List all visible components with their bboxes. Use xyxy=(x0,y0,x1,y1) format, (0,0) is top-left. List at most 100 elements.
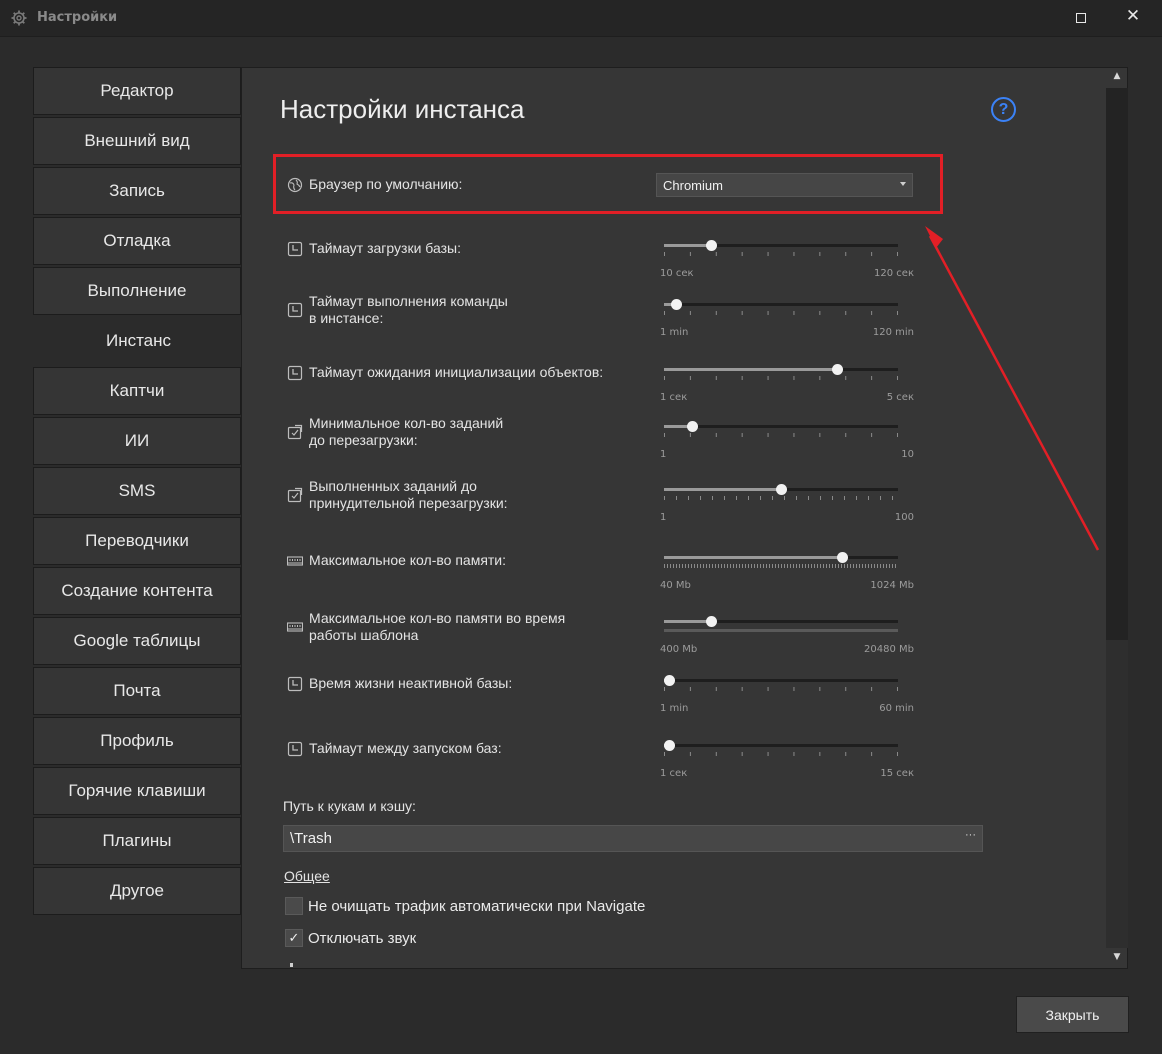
clock-icon xyxy=(287,302,303,318)
chevron-down-icon xyxy=(900,182,906,186)
sidebar-item[interactable]: Внешний вид xyxy=(33,117,241,165)
slider-label-row: Выполненных заданий до принудительной пер… xyxy=(287,478,508,512)
sidebar-item[interactable]: ИИ xyxy=(33,417,241,465)
slider-thumb[interactable] xyxy=(671,299,682,310)
slider-min-label: 1 сек xyxy=(660,392,688,403)
slider-fill xyxy=(664,620,711,623)
slider-max-label: 5 сек xyxy=(886,392,914,403)
slider-label-row: Таймаут загрузки базы: xyxy=(287,240,461,257)
slider-label-text: Таймаут выполнения команды в инстансе: xyxy=(309,293,508,327)
sidebar-item[interactable]: Почта xyxy=(33,667,241,715)
memory-icon xyxy=(287,622,303,632)
clock-icon xyxy=(287,241,303,257)
clock-icon xyxy=(287,365,303,381)
sidebar-item[interactable]: Редактор xyxy=(33,67,241,115)
slider-thumb[interactable] xyxy=(837,552,848,563)
slider-track[interactable] xyxy=(664,303,898,306)
slider-min-label: 400 Mb xyxy=(660,644,698,655)
cookie-cache-path-input[interactable]: \Trash ··· xyxy=(283,825,983,852)
sidebar-item[interactable]: Запись xyxy=(33,167,241,215)
close-button[interactable]: Закрыть xyxy=(1016,996,1129,1033)
slider-track[interactable] xyxy=(664,744,898,747)
scroll-up-arrow-icon[interactable]: ▲ xyxy=(1110,71,1124,85)
slider-label-row: Таймаут выполнения команды в инстансе: xyxy=(287,293,508,327)
sidebar-item[interactable]: Каптчи xyxy=(33,367,241,415)
slider[interactable] xyxy=(664,236,898,256)
clock-icon xyxy=(287,741,303,757)
slider[interactable] xyxy=(664,360,898,380)
slider[interactable] xyxy=(664,295,898,315)
slider-max-label: 120 min xyxy=(872,327,914,338)
section-general[interactable]: Общее xyxy=(284,868,330,884)
browser-label: Браузер по умолчанию: xyxy=(309,176,463,192)
slider[interactable] xyxy=(664,548,898,568)
sidebar-item[interactable]: Плагины xyxy=(33,817,241,865)
checkbox-box[interactable] xyxy=(285,897,303,915)
sidebar-item[interactable]: Профиль xyxy=(33,717,241,765)
sidebar-item[interactable]: Выполнение xyxy=(33,267,241,315)
slider-min-label: 40 Mb xyxy=(660,580,691,591)
slider-label-line: Выполненных заданий до xyxy=(309,478,477,494)
sidebar-item[interactable]: SMS xyxy=(33,467,241,515)
slider-label-line: работы шаблона xyxy=(309,627,419,643)
scrollbar-thumb[interactable] xyxy=(1106,88,1128,640)
slider[interactable] xyxy=(664,736,898,756)
slider-label-text: Таймаут между запуском баз: xyxy=(309,740,502,757)
sidebar-item[interactable]: Google таблицы xyxy=(33,617,241,665)
slider-ticks xyxy=(664,376,898,380)
clipped-content xyxy=(290,963,293,967)
slider-ticks xyxy=(664,433,898,437)
sidebar-item[interactable]: Горячие клавиши xyxy=(33,767,241,815)
browse-button[interactable]: ··· xyxy=(965,829,976,841)
slider-max-label: 60 min xyxy=(879,703,914,714)
sidebar-item[interactable]: Создание контента xyxy=(33,567,241,615)
slider-thumb[interactable] xyxy=(664,740,675,751)
slider-thumb[interactable] xyxy=(776,484,787,495)
slider-min-label: 1 сек xyxy=(660,768,688,779)
checkbox-box-checked[interactable]: ✓ xyxy=(285,929,303,947)
cookie-cache-path-label: Путь к кукам и кэшу: xyxy=(283,798,416,814)
slider-ticks xyxy=(664,629,898,632)
slider-min-label: 1 xyxy=(660,449,667,460)
sidebar-item[interactable]: Другое xyxy=(33,867,241,915)
maximize-button[interactable] xyxy=(1072,9,1090,27)
slider[interactable] xyxy=(664,480,898,500)
slider[interactable] xyxy=(664,671,898,691)
slider-label-row: Максимальное кол-во памяти во время работ… xyxy=(287,610,565,644)
sidebar-item[interactable]: Инстанс xyxy=(33,317,243,365)
slider-max-label: 1024 Mb xyxy=(870,580,914,591)
slider-track[interactable] xyxy=(664,425,898,428)
slider-label-row: Время жизни неактивной базы: xyxy=(287,675,512,692)
slider-label-row: Минимальное кол-во заданий до перезагрузк… xyxy=(287,415,503,449)
slider-label-line: Минимальное кол-во заданий xyxy=(309,415,504,431)
checkbox-mute-sound[interactable]: ✓ Отключать звук xyxy=(285,929,416,947)
slider-thumb[interactable] xyxy=(664,675,675,686)
slider-max-label: 10 xyxy=(901,449,914,460)
slider-label-text: Таймаут загрузки базы: xyxy=(309,240,461,257)
slider-label-text: Выполненных заданий до принудительной пер… xyxy=(309,478,508,512)
slider-ticks xyxy=(664,496,898,500)
checkbox-no-clear-traffic[interactable]: Не очищать трафик автоматически при Navi… xyxy=(285,897,645,915)
window-title: Настройки xyxy=(37,10,118,25)
slider-label-text: Максимальное кол-во памяти во время работ… xyxy=(309,610,565,644)
slider-label-line: Таймаут загрузки базы: xyxy=(309,240,461,256)
help-icon[interactable]: ? xyxy=(991,97,1016,122)
slider-label-line: Таймаут ожидания инициализации объектов: xyxy=(309,364,604,380)
slider-ticks xyxy=(664,252,898,256)
slider-track[interactable] xyxy=(664,679,898,682)
slider-thumb[interactable] xyxy=(706,616,717,627)
cookie-cache-path-value: \Trash xyxy=(290,830,332,847)
slider-thumb[interactable] xyxy=(706,240,717,251)
slider-ticks xyxy=(664,311,898,315)
browser-select[interactable]: Chromium xyxy=(656,173,913,197)
sidebar-item[interactable]: Переводчики xyxy=(33,517,241,565)
slider[interactable] xyxy=(664,417,898,437)
scroll-down-arrow-icon[interactable]: ▼ xyxy=(1110,952,1124,966)
sidebar-item[interactable]: Отладка xyxy=(33,217,241,265)
slider-ticks xyxy=(664,687,898,691)
window-close-button[interactable]: ✕ xyxy=(1123,6,1143,28)
slider-thumb[interactable] xyxy=(832,364,843,375)
slider-thumb[interactable] xyxy=(687,421,698,432)
slider-min-label: 10 сек xyxy=(660,268,694,279)
slider[interactable] xyxy=(664,612,898,632)
